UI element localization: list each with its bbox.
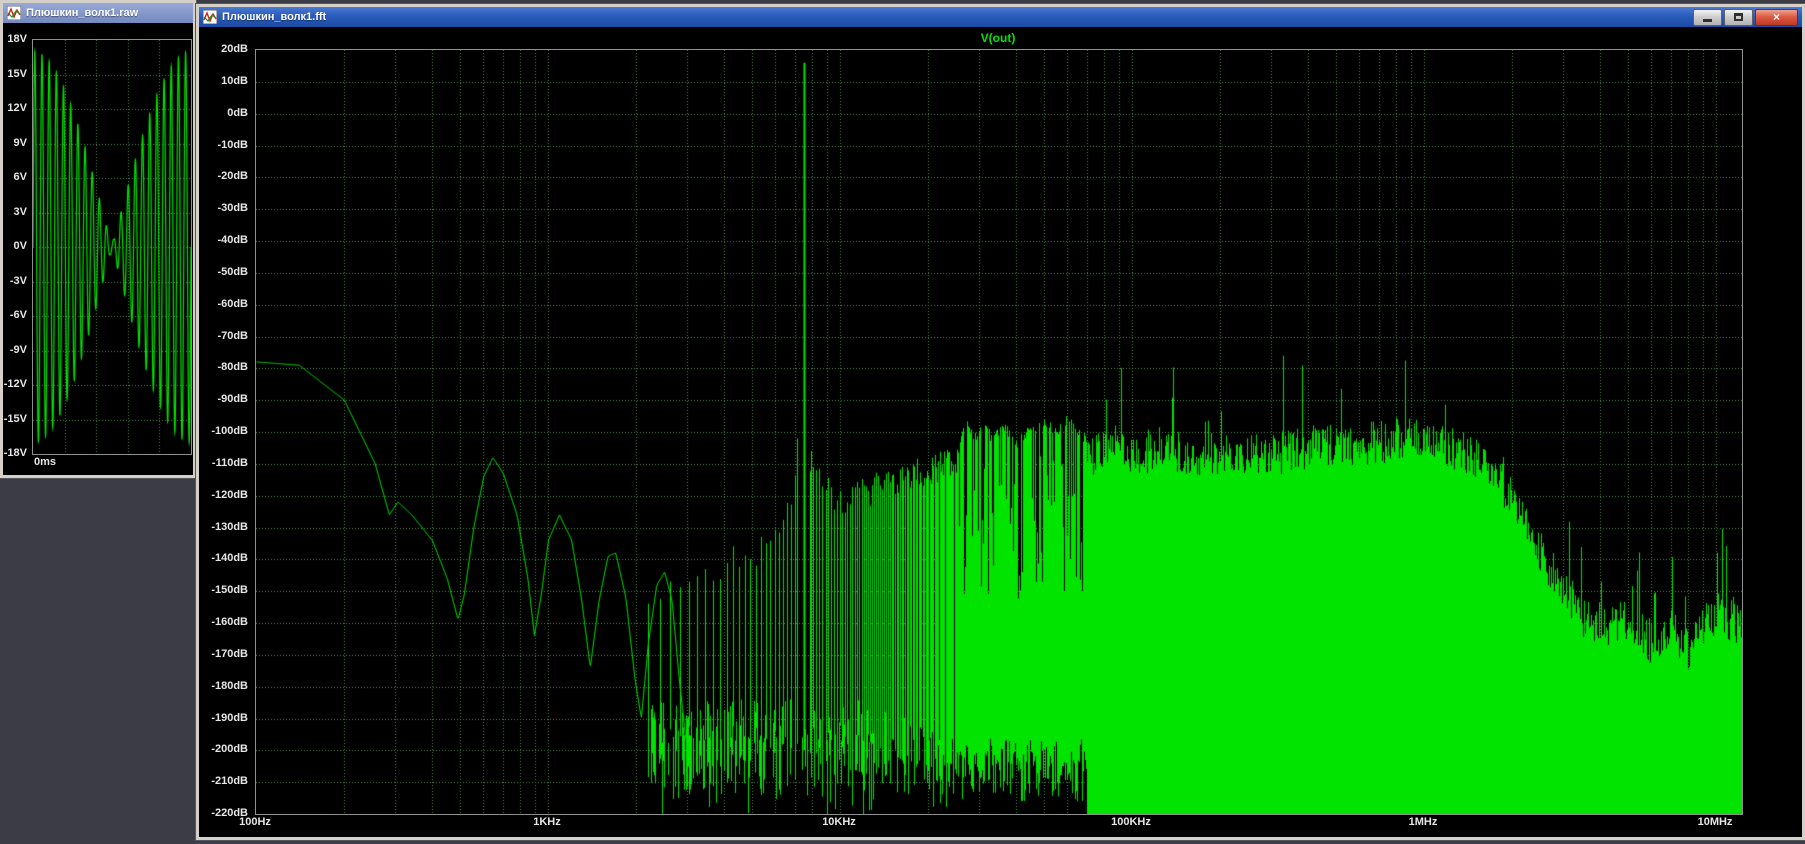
- raw-window-title: Плюшкин_волк1.raw: [26, 7, 139, 19]
- waveform-app-icon[interactable]: [7, 6, 21, 20]
- raw-y-tick-label: 12V: [7, 102, 27, 114]
- fft-y-tick-label: -170dB: [211, 647, 248, 660]
- raw-y-tick-label: 9V: [13, 136, 27, 149]
- raw-y-tick-label: -15V: [3, 412, 27, 425]
- fft-y-axis-labels: 20dB 10dB 0dB -10dB -20dB -30dB -40dB -50dB -60d…: [199, 43, 252, 819]
- raw-y-tick-label: 15V: [7, 67, 27, 80]
- fft-x-tick-label: 1KHz: [533, 816, 561, 828]
- close-button[interactable]: ×: [1755, 8, 1798, 26]
- raw-y-tick-label: -12V: [3, 378, 27, 390]
- raw-waveform-canvas[interactable]: [33, 40, 191, 454]
- fft-y-tick-label: -20dB: [217, 170, 248, 183]
- raw-y-tick-label: 6V: [13, 171, 27, 183]
- fft-y-tick-label: 10dB: [221, 74, 248, 87]
- raw-x-axis-labels: 0ms: [32, 455, 190, 471]
- fft-titlebar[interactable]: Плюшкин_волк1.fft ×: [199, 7, 1802, 27]
- fft-x-axis-labels: 100Hz 1KHz 10KHz 100KHz 1MHz 10MHz: [239, 815, 1741, 831]
- maximize-icon: [1734, 13, 1743, 21]
- waveform-app-icon[interactable]: [203, 10, 217, 24]
- raw-titlebar[interactable]: Плюшкин_волк1.raw: [3, 3, 193, 23]
- raw-y-tick-label: 18V: [7, 33, 27, 45]
- fft-y-tick-label: -210dB: [211, 775, 248, 788]
- fft-y-tick-label: -180dB: [211, 679, 248, 692]
- fft-x-tick-label: 100Hz: [239, 816, 271, 828]
- raw-y-tick-label: -18V: [3, 447, 27, 459]
- window-fft: Плюшкин_волк1.fft × V(out) 20dB 10dB 0dB -1…: [195, 3, 1805, 841]
- fft-y-tick-label: -100dB: [211, 425, 248, 437]
- fft-x-tick-label: 10MHz: [1697, 816, 1733, 828]
- fft-y-tick-label: -50dB: [217, 265, 248, 278]
- fft-y-tick-label: -110dB: [211, 456, 248, 469]
- fft-y-tick-label: -60dB: [217, 297, 248, 310]
- minimize-icon: [1703, 19, 1712, 22]
- fft-spectrum-canvas[interactable]: [256, 50, 1742, 814]
- fft-y-tick-label: -90dB: [217, 393, 248, 406]
- fft-y-tick-label: -140dB: [211, 552, 248, 565]
- fft-y-tick-label: -200dB: [211, 743, 248, 756]
- maximize-button[interactable]: [1724, 8, 1753, 26]
- fft-window-title: Плюшкин_волк1.fft: [222, 11, 327, 23]
- fft-y-tick-label: -190dB: [211, 711, 248, 724]
- fft-y-tick-label: -70dB: [217, 329, 248, 342]
- fft-y-tick-label: -150dB: [211, 584, 248, 597]
- fft-x-tick-label: 100KHz: [1111, 816, 1151, 828]
- fft-y-tick-label: 20dB: [221, 43, 248, 55]
- raw-plot-area[interactable]: [32, 39, 192, 455]
- minimize-button[interactable]: [1693, 8, 1722, 26]
- window-raw: Плюшкин_волк1.raw 18V 15V 12V 9V 6V 3V 0V -3V -6…: [0, 0, 197, 479]
- fft-y-tick-label: -120dB: [211, 488, 248, 501]
- fft-x-tick-label: 1MHz: [1408, 816, 1438, 828]
- fft-y-tick-label: -130dB: [211, 520, 248, 533]
- fft-trace-label[interactable]: V(out): [255, 31, 1741, 45]
- fft-y-tick-label: -10dB: [217, 138, 248, 151]
- raw-y-tick-label: -9V: [9, 343, 27, 356]
- fft-x-tick-label: 10KHz: [822, 816, 856, 828]
- raw-y-tick-label: -6V: [9, 309, 27, 321]
- fft-client: V(out) 20dB 10dB 0dB -10dB -20dB -30dB -40dB -5…: [199, 27, 1802, 837]
- raw-x-tick-label: 0ms: [34, 456, 57, 468]
- fft-y-tick-label: -30dB: [217, 202, 248, 215]
- fft-y-tick-label: 0dB: [227, 106, 248, 119]
- fft-y-tick-label: -40dB: [217, 234, 248, 246]
- fft-y-tick-label: -160dB: [211, 616, 248, 628]
- raw-y-axis-labels: 18V 15V 12V 9V 6V 3V 0V -3V -6V -9V -12V -15V -18V: [3, 33, 30, 459]
- fft-y-tick-label: -80dB: [217, 361, 248, 374]
- raw-y-tick-label: -3V: [9, 274, 27, 287]
- raw-y-tick-label: 0V: [13, 240, 27, 252]
- window-controls: ×: [1693, 8, 1798, 26]
- close-icon: ×: [1772, 10, 1780, 24]
- ltspice-desktop: Плюшкин_волк1.raw 18V 15V 12V 9V 6V 3V 0V -3V -6…: [0, 0, 1805, 844]
- fft-plot-area[interactable]: [255, 49, 1743, 815]
- raw-client: 18V 15V 12V 9V 6V 3V 0V -3V -6V -9V -12V -15V -18V 0…: [3, 23, 193, 475]
- raw-y-tick-label: 3V: [13, 205, 27, 218]
